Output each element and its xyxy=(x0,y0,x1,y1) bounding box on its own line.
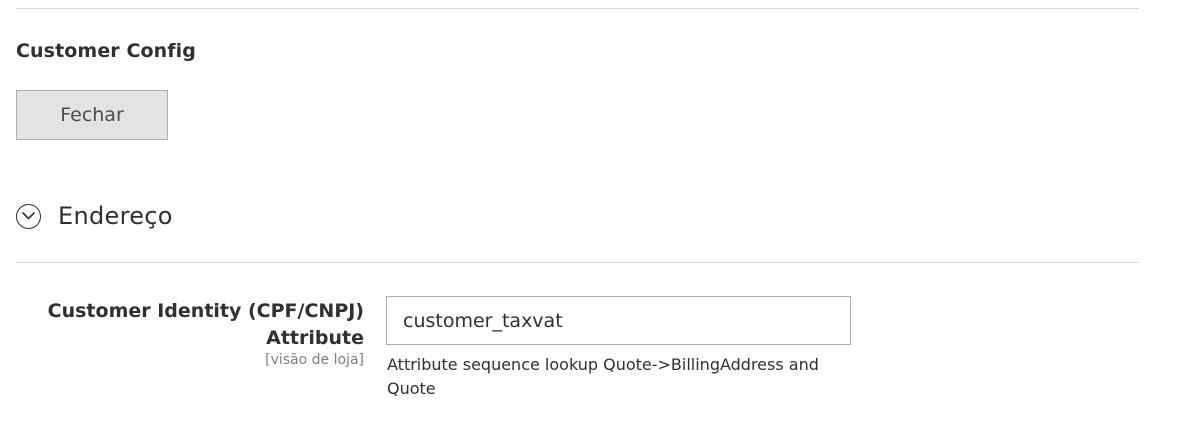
customer-identity-attribute-input[interactable] xyxy=(386,296,851,345)
chevron-down-icon[interactable] xyxy=(16,203,41,229)
top-divider xyxy=(16,8,1139,9)
scope-label: [visão de loja] xyxy=(265,352,364,368)
close-button[interactable]: Fechar xyxy=(16,90,168,140)
group-divider xyxy=(16,262,1139,263)
field-label-line2: Attribute xyxy=(266,327,364,349)
section-title: Customer Config xyxy=(16,40,196,62)
field-label-line1: Customer Identity (CPF/CNPJ) xyxy=(47,300,364,322)
field-label: Customer Identity (CPF/CNPJ) Attribute [… xyxy=(24,298,364,368)
group-title: Endereço xyxy=(58,202,173,230)
field-note: Attribute sequence lookup Quote->Billing… xyxy=(387,355,819,398)
config-page: Customer Config Fechar Endereço Customer… xyxy=(0,0,1184,445)
group-header-endereco[interactable]: Endereço xyxy=(16,200,173,232)
